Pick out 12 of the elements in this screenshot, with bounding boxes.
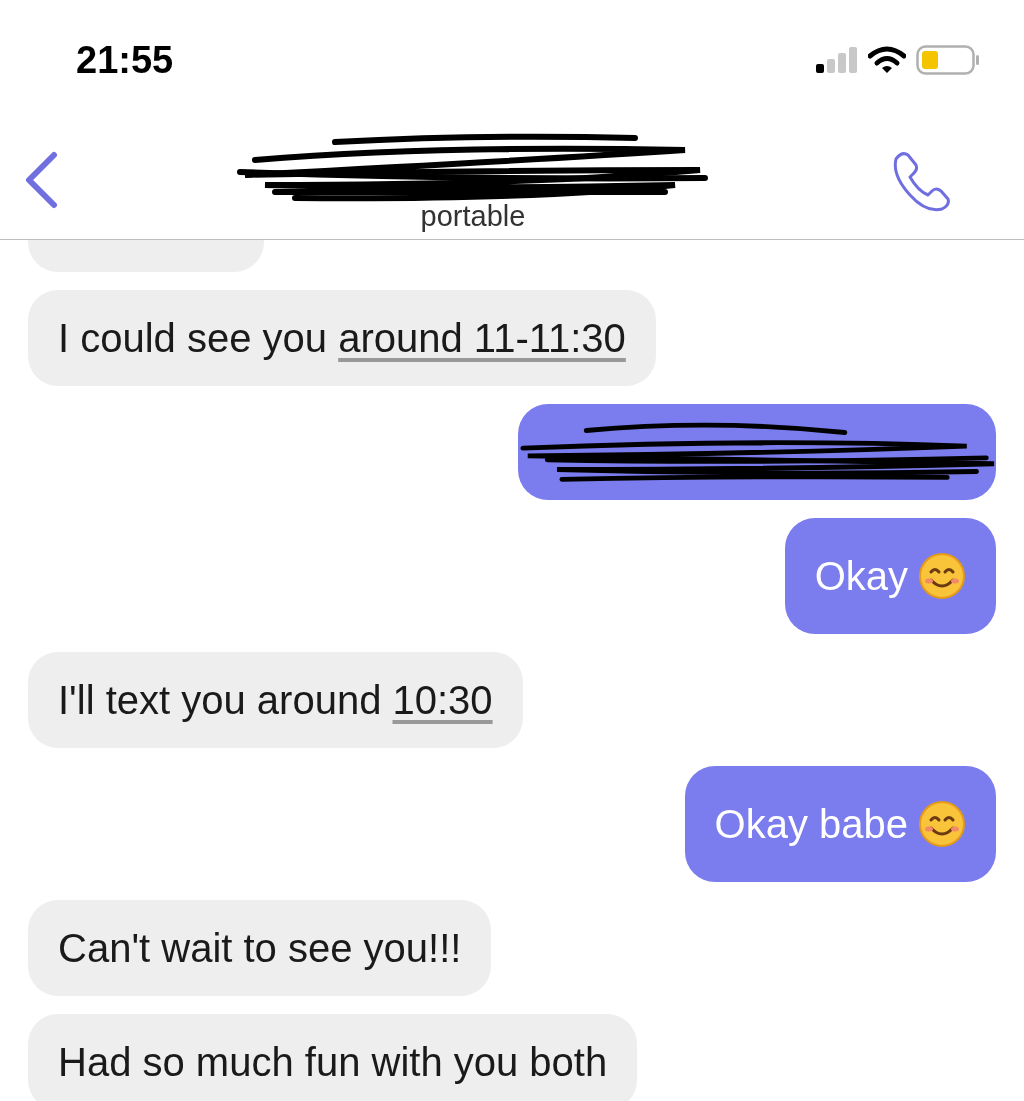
message-text: Okay	[814, 553, 908, 599]
message-text: Okay babe	[714, 801, 908, 847]
contact-subtitle: portable	[420, 200, 526, 233]
back-icon[interactable]	[24, 150, 58, 209]
message-text: I could see you around 11-11:30	[58, 315, 626, 361]
message-text: Can't wait to see you!!!	[58, 925, 462, 971]
signal-icon	[816, 47, 858, 73]
message-text: Had so much fun with you both	[58, 1039, 608, 1085]
clock-time: 21:55	[76, 38, 174, 82]
wifi-icon	[868, 46, 906, 74]
message-text: I'll text you around 10:30	[58, 677, 493, 723]
battery-icon	[916, 45, 980, 75]
